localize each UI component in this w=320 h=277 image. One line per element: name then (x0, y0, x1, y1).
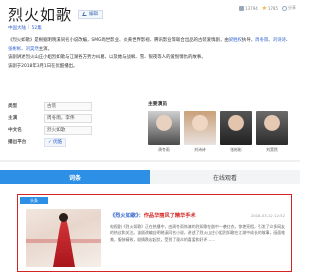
cn-name-value: 烈火如歌 (44, 125, 92, 135)
image-detail (53, 219, 75, 267)
news-date: 2018-03-12 12:52 (250, 213, 285, 218)
actor-link[interactable]: 刘昊然 (26, 47, 39, 52)
actor-link[interactable]: 刘诗诗 (273, 38, 286, 43)
cast-member[interactable]: 张彬彬 (220, 111, 252, 153)
news-title-prefix: 《烈火如歌》： (110, 213, 144, 219)
cast-member[interactable]: 周冬雨 (148, 111, 180, 153)
actor-link[interactable]: 张彬彬 (8, 47, 21, 52)
cast-title: 主要演员 (148, 102, 168, 107)
intro-paragraph-2: 该剧讲述烈火山庄小姐烈如歌与江湖各方势力纠葛，以及她与战枫、雪、银夜等人的爱恨情… (8, 55, 206, 61)
actor-photo[interactable] (220, 111, 252, 145)
cast-list: 周冬雨 刘诗诗 张彬彬 刘昊然 (148, 111, 298, 153)
tab-watch-online[interactable]: 在线观看 (150, 170, 300, 184)
section-divider (0, 160, 300, 162)
starring-value: 周冬雨，李伟 (44, 113, 92, 123)
news-card[interactable]: 头条 《烈火如歌》：作品华丽风了精华手术 2018-03-12 12:52 电视… (17, 194, 292, 272)
edit-button[interactable]: 编辑 (78, 9, 104, 19)
type-label: 类型 (8, 104, 18, 109)
news-title[interactable]: 《烈火如歌》：作品华丽风了精华手术 (110, 212, 196, 219)
actor-name[interactable]: 周冬雨 (158, 147, 169, 153)
actor-photo[interactable] (256, 111, 288, 145)
subtitle-row: 中国大陆 | 52集 (8, 25, 42, 31)
thumbs-up-icon (239, 5, 245, 11)
headline-badge: 头条 (20, 197, 48, 204)
actor-link[interactable]: 周冬雨 (255, 38, 268, 43)
starring-label: 主演 (8, 116, 18, 121)
star-count: 1785 (267, 5, 278, 11)
tab-bar: 词条 在线观看 (0, 170, 300, 184)
page-title: 烈火如歌 (8, 5, 73, 24)
star-icon (261, 5, 267, 11)
actor-name[interactable]: 刘昊然 (266, 147, 277, 153)
cast-member[interactable]: 刘昊然 (256, 111, 288, 153)
tab-entry[interactable]: 词条 (0, 170, 150, 184)
share-stat[interactable]: 分享 (282, 5, 296, 11)
info-row-starring: 主演 周冬雨，李伟 (8, 112, 128, 124)
intro-text: 《烈火如歌》是根据明晓溪同名小说改编，SMG尚世影业、炎黄世界影视、腾讯影业等联… (8, 37, 294, 71)
actor-photo[interactable] (184, 111, 216, 145)
news-summary: 电视剧《烈火如歌》正在热播中，由周冬雨饰演的烈如歌在剧中一袭红衣，惊艳亮相，引发… (110, 224, 286, 242)
episodes-link[interactable]: 52集 (32, 25, 42, 31)
news-thumbnail[interactable] (26, 209, 101, 267)
actor-photo[interactable] (148, 111, 180, 145)
info-row-cn-name: 中文名 烈火如歌 (8, 124, 128, 136)
cast-section: 主要演员 周冬雨 刘诗诗 张彬彬 刘昊然 (148, 100, 298, 153)
info-row-type: 类型 古装 (8, 100, 128, 112)
image-detail (59, 213, 68, 222)
title-row: 烈火如歌 编辑 (8, 4, 104, 24)
separator: | (28, 25, 30, 30)
cast-member[interactable]: 刘诗诗 (184, 111, 216, 153)
platform-value: 优酷 (52, 140, 63, 145)
cn-name-label: 中文名 (8, 128, 22, 133)
page-header: 烈火如歌 编辑 中国大陆 | 52集 13794 1785 分享 (0, 0, 300, 40)
actor-name[interactable]: 刘诗诗 (194, 147, 205, 153)
like-stat[interactable]: 13794 (239, 5, 258, 11)
intro-text-segment: 主演。 (38, 46, 52, 52)
star-stat[interactable]: 1785 (261, 5, 278, 11)
stats-bar: 13794 1785 分享 (239, 5, 296, 11)
type-value: 古装 (44, 101, 92, 111)
info-table: 类型 古装 主演 周冬雨，李伟 中文名 烈火如歌 播出平台 ✓ 优酷 (8, 100, 128, 148)
edit-label: 编辑 (89, 12, 99, 17)
actor-name[interactable]: 张彬彬 (230, 147, 241, 153)
pencil-icon (82, 12, 88, 16)
share-icon (282, 5, 287, 11)
check-icon: ✓ (48, 139, 52, 145)
platform-label: 播出平台 (8, 140, 27, 145)
news-title-highlight: 作品华丽风了精华手术 (143, 213, 196, 219)
category-link[interactable]: 中国大陆 (8, 25, 26, 31)
intro-paragraph-3: 该剧于2018年3月1日在优酷播出。 (8, 63, 78, 69)
director-link[interactable]: 梁胜权 (229, 38, 242, 43)
intro-text-segment: 执导， (241, 38, 256, 43)
intro-text-segment: 《烈火如歌》是根据明晓溪同名小说改编，SMG尚世影业、炎黄世界影视、腾讯影业等联… (8, 38, 229, 43)
intro-text-segment: 、 (285, 38, 291, 43)
share-label: 分享 (288, 5, 296, 10)
platform-tag[interactable]: ✓ 优酷 (44, 137, 67, 147)
info-row-platform: 播出平台 ✓ 优酷 (8, 136, 128, 148)
intro-paragraph-1: 《烈火如歌》是根据明晓溪同名小说改编，SMG尚世影业、炎黄世界影视、腾讯影业等联… (8, 37, 294, 54)
like-count: 13794 (245, 5, 258, 11)
